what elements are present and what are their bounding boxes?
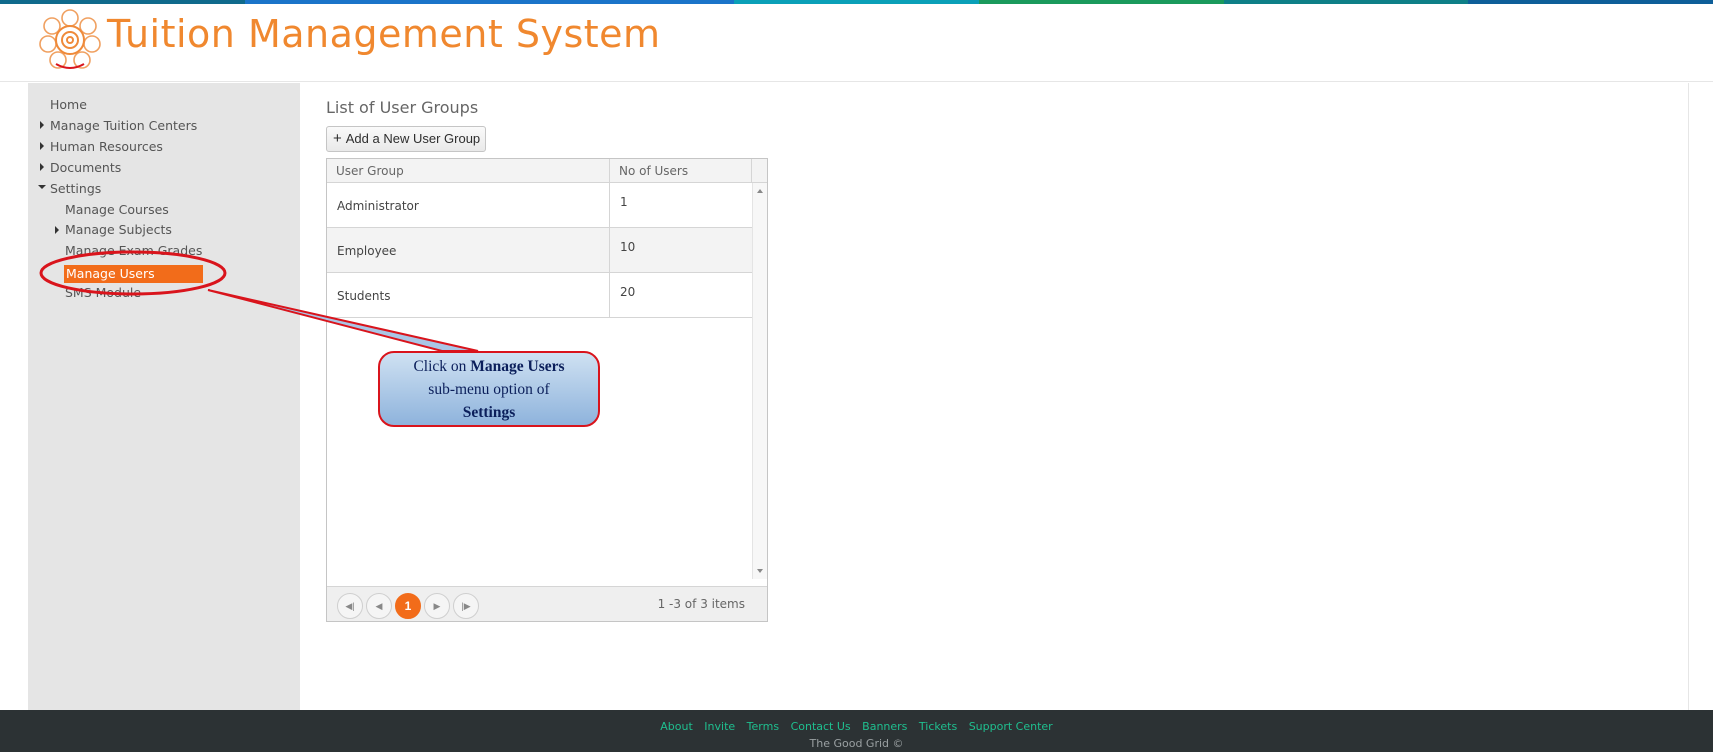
sidebar-item-human-resources[interactable]: Human Resources	[50, 139, 163, 154]
cell-no-of-users: 1	[620, 195, 628, 209]
footer-link-terms[interactable]: Terms	[747, 720, 779, 733]
grid-header: User Group No of Users	[327, 159, 767, 183]
footer-link-contact-us[interactable]: Contact Us	[791, 720, 851, 733]
app-title: Tuition Management System	[107, 12, 661, 56]
cell-no-of-users: 10	[620, 240, 636, 254]
plus-icon: +	[333, 130, 342, 147]
add-user-group-button[interactable]: + Add a New User Group	[326, 126, 486, 152]
sidebar-item-settings[interactable]: Settings	[50, 181, 101, 196]
sidebar: Home Manage Tuition Centers Human Resour…	[28, 83, 300, 710]
expand-arrow-icon[interactable]	[40, 142, 44, 150]
last-page-button[interactable]: |▶	[453, 593, 479, 619]
sidebar-item-home[interactable]: Home	[50, 97, 87, 112]
content-right-border	[1688, 83, 1689, 710]
pager-info: 1 -3 of 3 items	[657, 597, 745, 611]
footer-link-banners[interactable]: Banners	[862, 720, 907, 733]
cell-user-group: Students	[327, 273, 610, 317]
user-groups-grid: User Group No of Users Administrator 1 E…	[326, 158, 768, 622]
cell-user-group: Administrator	[327, 183, 610, 227]
sidebar-item-manage-subjects[interactable]: Manage Subjects	[65, 222, 172, 237]
grid-scrollbar[interactable]	[752, 183, 767, 579]
sidebar-item-sms-module[interactable]: SMS Module	[65, 285, 141, 300]
sidebar-item-manage-courses[interactable]: Manage Courses	[65, 202, 169, 217]
next-page-button[interactable]: ▶	[424, 593, 450, 619]
column-header-user-group[interactable]: User Group	[327, 159, 610, 183]
grid-pager: ◀​| ◀ 1 ▶ |▶ 1 -3 of 3 items	[327, 586, 767, 621]
collapse-arrow-icon[interactable]	[38, 185, 46, 189]
current-page-button[interactable]: 1	[395, 593, 421, 619]
cell-user-group: Employee	[327, 228, 610, 272]
column-header-no-of-users[interactable]: No of Users	[610, 159, 752, 183]
expand-arrow-icon[interactable]	[40, 163, 44, 171]
sidebar-item-manage-exam-grades[interactable]: Manage Exam Grades	[65, 243, 202, 258]
first-page-button[interactable]: ◀​|	[337, 593, 363, 619]
scroll-up-icon[interactable]	[757, 189, 763, 193]
expand-arrow-icon[interactable]	[55, 226, 59, 234]
table-row[interactable]: Administrator 1	[327, 183, 752, 228]
sidebar-item-manage-tuition-centers[interactable]: Manage Tuition Centers	[50, 118, 197, 133]
cell-no-of-users: 20	[620, 285, 636, 299]
footer-link-invite[interactable]: Invite	[704, 720, 735, 733]
flower-logo-icon	[39, 9, 101, 69]
table-row[interactable]: Students 20	[327, 273, 752, 318]
table-row[interactable]: Employee 10	[327, 228, 752, 273]
previous-page-button[interactable]: ◀	[366, 593, 392, 619]
page-footer: About Invite Terms Contact Us Banners Ti…	[0, 710, 1713, 752]
sidebar-item-manage-users[interactable]: Manage Users	[64, 265, 203, 283]
scroll-down-icon[interactable]	[757, 569, 763, 573]
page-title: List of User Groups	[326, 98, 479, 117]
footer-link-tickets[interactable]: Tickets	[919, 720, 957, 733]
copyright-text: The Good Grid ©	[809, 737, 904, 750]
app-header: Tuition Management System	[0, 4, 1713, 82]
footer-link-support-center[interactable]: Support Center	[969, 720, 1053, 733]
footer-links: About Invite Terms Contact Us Banners Ti…	[0, 720, 1713, 733]
expand-arrow-icon[interactable]	[40, 121, 44, 129]
footer-link-about[interactable]: About	[660, 720, 693, 733]
sidebar-item-documents[interactable]: Documents	[50, 160, 121, 175]
add-user-group-label: Add a New User Group	[345, 131, 481, 146]
